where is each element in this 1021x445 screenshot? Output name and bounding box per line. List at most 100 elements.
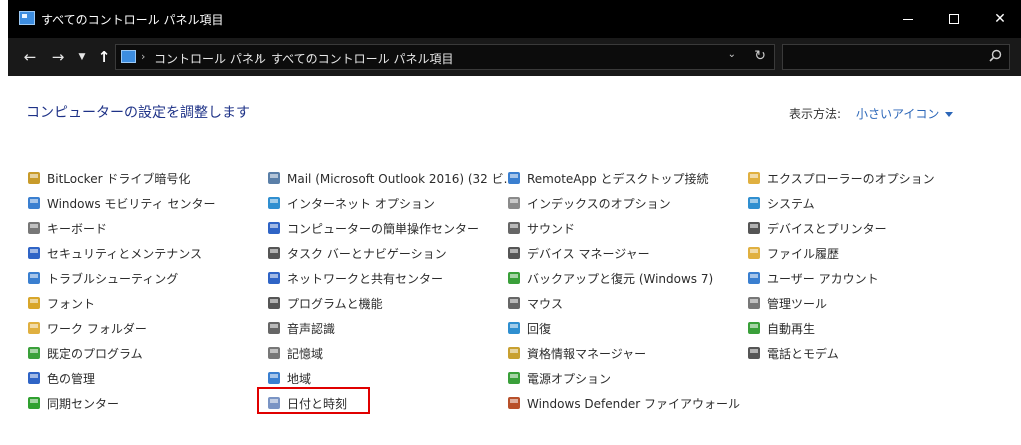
control-panel-item[interactable]: ファイル履歴 bbox=[746, 242, 839, 264]
recent-locations-button[interactable]: ▼ bbox=[72, 47, 92, 67]
control-panel-item[interactable]: プログラムと機能 bbox=[266, 292, 383, 314]
control-panel-item-label[interactable]: 色の管理 bbox=[47, 370, 95, 387]
search-input[interactable] bbox=[782, 44, 1010, 70]
region-icon bbox=[266, 370, 282, 386]
view-by-dropdown[interactable]: 小さいアイコン bbox=[856, 105, 954, 122]
control-panel-item-label[interactable]: コンピューターの簡単操作センター bbox=[287, 220, 479, 237]
control-panel-item-label[interactable]: デバイス マネージャー bbox=[527, 245, 650, 262]
control-panel-item[interactable]: BitLocker ドライブ暗号化 bbox=[26, 167, 190, 189]
forward-button[interactable]: → bbox=[48, 47, 68, 67]
control-panel-item[interactable]: RemoteApp とデスクトップ接続 bbox=[506, 167, 709, 189]
control-panel-item-label[interactable]: ネットワークと共有センター bbox=[287, 270, 443, 287]
control-panel-item-label[interactable]: インターネット オプション bbox=[287, 195, 435, 212]
close-button[interactable]: ✕ bbox=[977, 0, 1021, 38]
printer-icon bbox=[746, 220, 762, 236]
control-panel-item-label[interactable]: エクスプローラーのオプション bbox=[767, 170, 935, 187]
control-panel-item[interactable]: ユーザー アカウント bbox=[746, 267, 879, 289]
control-panel-item-label[interactable]: Windows Defender ファイアウォール bbox=[527, 395, 740, 412]
minimize-button[interactable] bbox=[885, 0, 931, 38]
control-panel-item-label[interactable]: システム bbox=[767, 195, 815, 212]
maximize-button[interactable] bbox=[931, 0, 977, 38]
control-panel-item-label[interactable]: BitLocker ドライブ暗号化 bbox=[47, 170, 190, 187]
control-panel-item-label[interactable]: トラブルシューティング bbox=[47, 270, 178, 287]
control-panel-item[interactable]: セキュリティとメンテナンス bbox=[26, 242, 202, 264]
control-panel-item[interactable]: ネットワークと共有センター bbox=[266, 267, 443, 289]
control-panel-item-label[interactable]: インデックスのオプション bbox=[527, 195, 671, 212]
control-panel-item-label[interactable]: ユーザー アカウント bbox=[767, 270, 879, 287]
control-panel-item-label[interactable]: プログラムと機能 bbox=[287, 295, 383, 312]
control-panel-item[interactable]: システム bbox=[746, 192, 815, 214]
control-panel-item[interactable]: エクスプローラーのオプション bbox=[746, 167, 935, 189]
address-dropdown-icon[interactable]: ⌄ bbox=[728, 49, 736, 60]
control-panel-item-label[interactable]: 記憶域 bbox=[287, 345, 323, 362]
control-panel-item-label[interactable]: 資格情報マネージャー bbox=[527, 345, 646, 362]
control-panel-item[interactable]: ワーク フォルダー bbox=[26, 317, 147, 339]
control-panel-item[interactable]: 資格情報マネージャー bbox=[506, 342, 646, 364]
control-panel-item-label[interactable]: Windows モビリティ センター bbox=[47, 195, 215, 212]
control-panel-item-label[interactable]: セキュリティとメンテナンス bbox=[47, 245, 202, 262]
control-panel-item[interactable]: フォント bbox=[26, 292, 95, 314]
control-panel-item-label[interactable]: 同期センター bbox=[47, 395, 119, 412]
control-panel-item[interactable]: インターネット オプション bbox=[266, 192, 435, 214]
control-panel-item-label[interactable]: タスク バーとナビゲーション bbox=[287, 245, 447, 262]
mobility-center-icon bbox=[26, 195, 42, 211]
up-button[interactable]: ↑ bbox=[94, 47, 114, 67]
control-panel-item[interactable]: デバイスとプリンター bbox=[746, 217, 887, 239]
control-panel-item[interactable]: インデックスのオプション bbox=[506, 192, 671, 214]
control-panel-item[interactable]: デバイス マネージャー bbox=[506, 242, 650, 264]
control-panel-item-label[interactable]: 自動再生 bbox=[767, 320, 815, 337]
refresh-icon[interactable]: ↻ bbox=[754, 48, 766, 64]
control-panel-item-label[interactable]: マウス bbox=[527, 295, 563, 312]
address-bar[interactable]: › コントロール パネル › すべてのコントロール パネル項目 ⌄ ↻ bbox=[115, 44, 775, 70]
breadcrumb-separator[interactable]: › bbox=[257, 50, 261, 63]
control-panel-item[interactable]: Windows モビリティ センター bbox=[26, 192, 215, 214]
control-panel-item[interactable]: コンピューターの簡単操作センター bbox=[266, 217, 479, 239]
control-panel-item[interactable]: 電源オプション bbox=[506, 367, 611, 389]
control-panel-item-label[interactable]: サウンド bbox=[527, 220, 575, 237]
control-panel-item-label[interactable]: キーボード bbox=[47, 220, 107, 237]
control-panel-item[interactable]: Mail (Microsoft Outlook 2016) (32 ビ... bbox=[266, 167, 515, 189]
control-panel-item-label[interactable]: フォント bbox=[47, 295, 95, 312]
control-panel-item-label[interactable]: ワーク フォルダー bbox=[47, 320, 147, 337]
breadcrumb-all-items[interactable]: すべてのコントロール パネル項目 bbox=[271, 50, 454, 67]
control-panel-item-label[interactable]: 既定のプログラム bbox=[47, 345, 143, 362]
control-panel-item[interactable]: 音声認識 bbox=[266, 317, 335, 339]
control-panel-item[interactable]: マウス bbox=[506, 292, 563, 314]
breadcrumb-control-panel[interactable]: コントロール パネル bbox=[154, 50, 266, 67]
back-button[interactable]: ← bbox=[20, 47, 40, 67]
control-panel-item[interactable]: トラブルシューティング bbox=[26, 267, 178, 289]
control-panel-item-label[interactable]: 電話とモデム bbox=[767, 345, 839, 362]
control-panel-item[interactable]: バックアップと復元 (Windows 7) bbox=[506, 267, 713, 289]
programs-features-icon bbox=[266, 295, 282, 311]
control-panel-item-label[interactable]: バックアップと復元 (Windows 7) bbox=[527, 270, 713, 287]
phone-modem-icon bbox=[746, 345, 762, 361]
control-panel-item-label[interactable]: ファイル履歴 bbox=[767, 245, 839, 262]
control-panel-item[interactable]: タスク バーとナビゲーション bbox=[266, 242, 447, 264]
control-panel-item-label[interactable]: 回復 bbox=[527, 320, 551, 337]
admin-tools-icon bbox=[746, 295, 762, 311]
control-panel-item-label[interactable]: 地域 bbox=[287, 370, 311, 387]
control-panel-item-label[interactable]: Mail (Microsoft Outlook 2016) (32 ビ... bbox=[287, 170, 515, 187]
search-icon[interactable] bbox=[989, 49, 1002, 62]
control-panel-item[interactable]: 電話とモデム bbox=[746, 342, 839, 364]
control-panel-item[interactable]: Windows Defender ファイアウォール bbox=[506, 392, 740, 414]
control-panel-item[interactable]: 既定のプログラム bbox=[26, 342, 143, 364]
control-panel-item[interactable]: 管理ツール bbox=[746, 292, 827, 314]
control-panel-item-label[interactable]: 管理ツール bbox=[767, 295, 827, 312]
control-panel-item[interactable]: 記憶域 bbox=[266, 342, 323, 364]
breadcrumb-separator[interactable]: › bbox=[141, 50, 145, 63]
explorer-options-icon bbox=[746, 170, 762, 186]
control-panel-item[interactable]: 地域 bbox=[266, 367, 311, 389]
control-panel-item[interactable]: 自動再生 bbox=[746, 317, 815, 339]
control-panel-item[interactable]: 回復 bbox=[506, 317, 551, 339]
control-panel-item-label[interactable]: 音声認識 bbox=[287, 320, 335, 337]
control-panel-item-label[interactable]: 電源オプション bbox=[527, 370, 611, 387]
control-panel-item[interactable]: 同期センター bbox=[26, 392, 119, 414]
autoplay-icon bbox=[746, 320, 762, 336]
view-by-value[interactable]: 小さいアイコン bbox=[856, 107, 939, 121]
control-panel-item[interactable]: キーボード bbox=[26, 217, 107, 239]
control-panel-item[interactable]: サウンド bbox=[506, 217, 575, 239]
control-panel-item-label[interactable]: RemoteApp とデスクトップ接続 bbox=[527, 170, 709, 187]
control-panel-item-label[interactable]: デバイスとプリンター bbox=[767, 220, 887, 237]
control-panel-item[interactable]: 色の管理 bbox=[26, 367, 95, 389]
